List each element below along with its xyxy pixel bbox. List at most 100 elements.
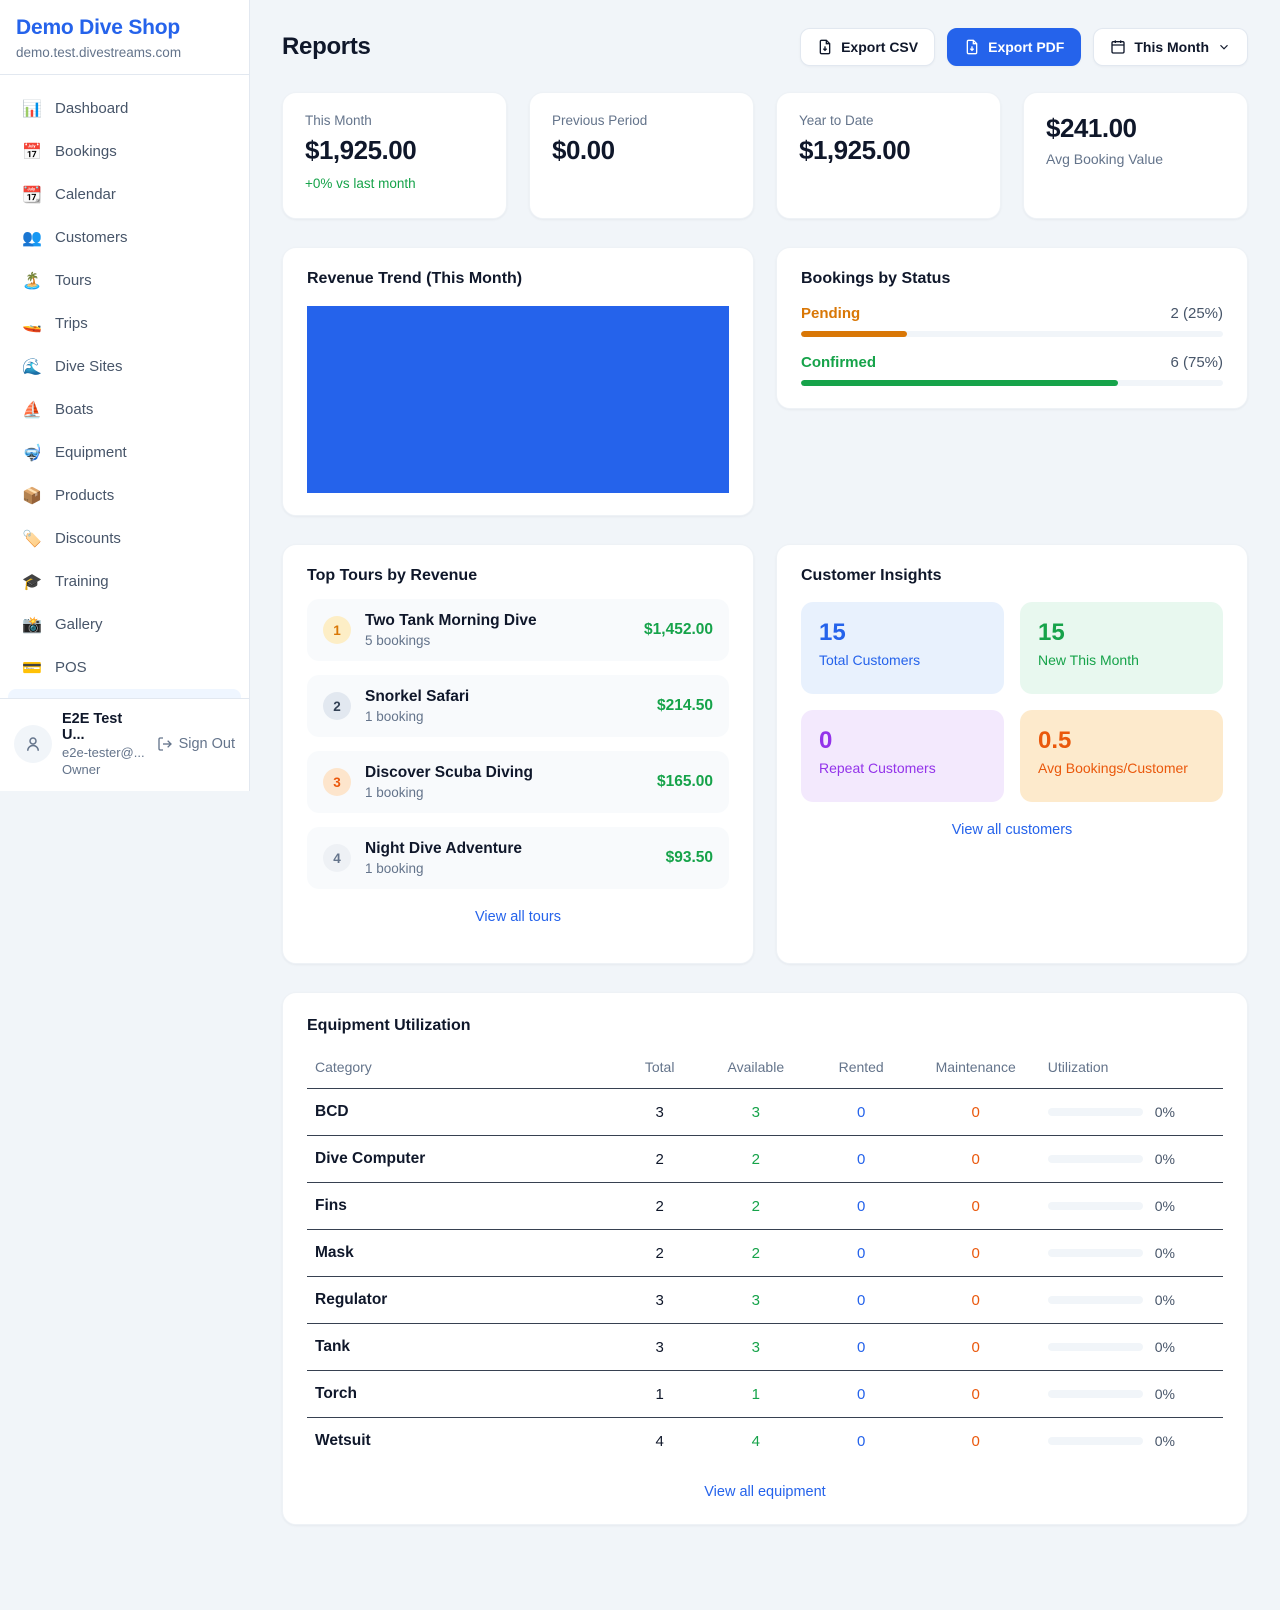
equipment-row: Torch 1 1 0 0 0%: [307, 1371, 1223, 1418]
status-row: Confirmed 6 (75%): [801, 354, 1223, 386]
status-row: Pending 2 (25%): [801, 305, 1223, 337]
page-header: Reports Export CSV Export PDF This Month: [282, 28, 1248, 66]
user-meta: E2E Test U... e2e-tester@... Owner: [62, 711, 147, 777]
sidebar-nav-item[interactable]: 🤿 Equipment: [8, 431, 241, 474]
cell-maintenance: 0: [912, 1136, 1040, 1183]
sidebar-nav-item[interactable]: 📦 Products: [8, 474, 241, 517]
cell-rented: 0: [811, 1324, 912, 1371]
tour-list: 1 Two Tank Morning Dive 5 bookings $1,45…: [307, 599, 729, 889]
utilization-bar-track: [1048, 1249, 1143, 1257]
bookings-by-status-title: Bookings by Status: [801, 270, 1223, 288]
utilization-bar-track: [1048, 1155, 1143, 1163]
insight-tile: 15 Total Customers: [801, 602, 1004, 694]
tour-info: Discover Scuba Diving 1 booking: [365, 764, 533, 800]
sidebar-nav-item[interactable]: ⛵ Boats: [8, 388, 241, 431]
file-download-icon: [817, 39, 833, 55]
cell-maintenance: 0: [912, 1089, 1040, 1136]
rank-badge: 4: [323, 844, 351, 872]
cell-utilization: 0%: [1040, 1277, 1223, 1324]
nav-item-label: Trips: [55, 315, 88, 332]
utilization-percent: 0%: [1155, 1104, 1175, 1120]
insight-tile: 0.5 Avg Bookings/Customer: [1020, 710, 1223, 802]
stat-card-previous-period: Previous Period $0.00: [529, 92, 754, 219]
stat-label: Previous Period: [552, 113, 731, 128]
utilization-indicator: 0%: [1048, 1104, 1215, 1120]
sidebar-nav-item[interactable]: 🏝️ Tours: [8, 259, 241, 302]
utilization-percent: 0%: [1155, 1292, 1175, 1308]
stat-label: Year to Date: [799, 113, 978, 128]
sidebar-nav-item[interactable]: 💳 POS: [8, 646, 241, 689]
utilization-bar-track: [1048, 1343, 1143, 1351]
cell-total: 3: [618, 1324, 700, 1371]
export-csv-button[interactable]: Export CSV: [800, 28, 935, 66]
cell-category: Regulator: [307, 1277, 618, 1324]
view-all-tours-link[interactable]: View all tours: [307, 909, 729, 925]
utilization-bar-track: [1048, 1437, 1143, 1445]
sidebar-nav-item[interactable]: 🚤 Trips: [8, 302, 241, 345]
cell-total: 1: [618, 1371, 700, 1418]
status-label: Confirmed: [801, 354, 876, 371]
cell-rented: 0: [811, 1089, 912, 1136]
insight-tile: 15 New This Month: [1020, 602, 1223, 694]
cell-available: 3: [701, 1089, 811, 1136]
user-name: E2E Test U...: [62, 711, 147, 743]
equipment-row: BCD 3 3 0 0 0%: [307, 1089, 1223, 1136]
view-all-equipment-link[interactable]: View all equipment: [307, 1484, 1223, 1500]
nav-item-icon: 🏝️: [22, 271, 42, 291]
cell-total: 2: [618, 1136, 700, 1183]
tour-bookings: 5 bookings: [365, 633, 537, 648]
sidebar-nav-item[interactable]: 📸 Gallery: [8, 603, 241, 646]
sidebar-nav-item[interactable]: 🌊 Dive Sites: [8, 345, 241, 388]
sidebar-nav-item[interactable]: 🏷️ Discounts: [8, 517, 241, 560]
user-role: Owner: [62, 762, 147, 777]
utilization-percent: 0%: [1155, 1151, 1175, 1167]
period-select[interactable]: This Month: [1093, 28, 1248, 66]
nav-item-label: Discounts: [55, 530, 121, 547]
stat-card-avg-booking-value: $241.00 Avg Booking Value: [1023, 92, 1248, 219]
chevron-down-icon: [1217, 40, 1231, 54]
stat-label: Avg Booking Value: [1046, 151, 1225, 167]
utilization-bar-track: [1048, 1108, 1143, 1116]
nav-item-icon: 👥: [22, 228, 42, 248]
column-header-utilization: Utilization: [1040, 1049, 1223, 1089]
cell-available: 1: [701, 1371, 811, 1418]
insight-value: 0: [819, 727, 986, 755]
nav-active-reports-partial[interactable]: [8, 689, 241, 698]
stat-value: $1,925.00: [799, 135, 978, 166]
equipment-table-body: BCD 3 3 0 0 0% Dive: [307, 1089, 1223, 1465]
nav-item-label: Products: [55, 487, 114, 504]
sidebar-nav-item[interactable]: 🎓 Training: [8, 560, 241, 603]
sidebar-nav-item[interactable]: 📅 Bookings: [8, 130, 241, 173]
stat-label: This Month: [305, 113, 484, 128]
view-all-customers-link[interactable]: View all customers: [801, 822, 1223, 838]
sign-out-button[interactable]: Sign Out: [157, 736, 235, 752]
brand-domain: demo.test.divestreams.com: [16, 45, 233, 60]
row-tours-insights: Top Tours by Revenue 1 Two Tank Morning …: [282, 544, 1248, 964]
equipment-table: Category Total Available Rented Maintena…: [307, 1049, 1223, 1464]
sidebar-nav-item[interactable]: 👥 Customers: [8, 216, 241, 259]
tour-bookings: 1 booking: [365, 861, 522, 876]
cell-total: 4: [618, 1418, 700, 1465]
cell-total: 3: [618, 1089, 700, 1136]
cell-utilization: 0%: [1040, 1230, 1223, 1277]
brand-name: Demo Dive Shop: [16, 16, 233, 40]
insight-tile: 0 Repeat Customers: [801, 710, 1004, 802]
sidebar-nav-item[interactable]: 📊 Dashboard: [8, 87, 241, 130]
utilization-indicator: 0%: [1048, 1433, 1215, 1449]
utilization-indicator: 0%: [1048, 1151, 1215, 1167]
nav-item-label: Boats: [55, 401, 93, 418]
rank-badge: 3: [323, 768, 351, 796]
cell-utilization: 0%: [1040, 1324, 1223, 1371]
stat-value: $0.00: [552, 135, 731, 166]
sidebar-nav-item[interactable]: 📆 Calendar: [8, 173, 241, 216]
cell-rented: 0: [811, 1418, 912, 1465]
status-bar-track: [801, 380, 1223, 386]
nav-item-icon: 📦: [22, 486, 42, 506]
cell-category: Wetsuit: [307, 1418, 618, 1465]
export-pdf-button[interactable]: Export PDF: [947, 28, 1081, 66]
tour-row: 3 Discover Scuba Diving 1 booking $165.0…: [307, 751, 729, 813]
utilization-bar-track: [1048, 1296, 1143, 1304]
cell-category: Tank: [307, 1324, 618, 1371]
cell-rented: 0: [811, 1230, 912, 1277]
tour-info: Snorkel Safari 1 booking: [365, 688, 469, 724]
